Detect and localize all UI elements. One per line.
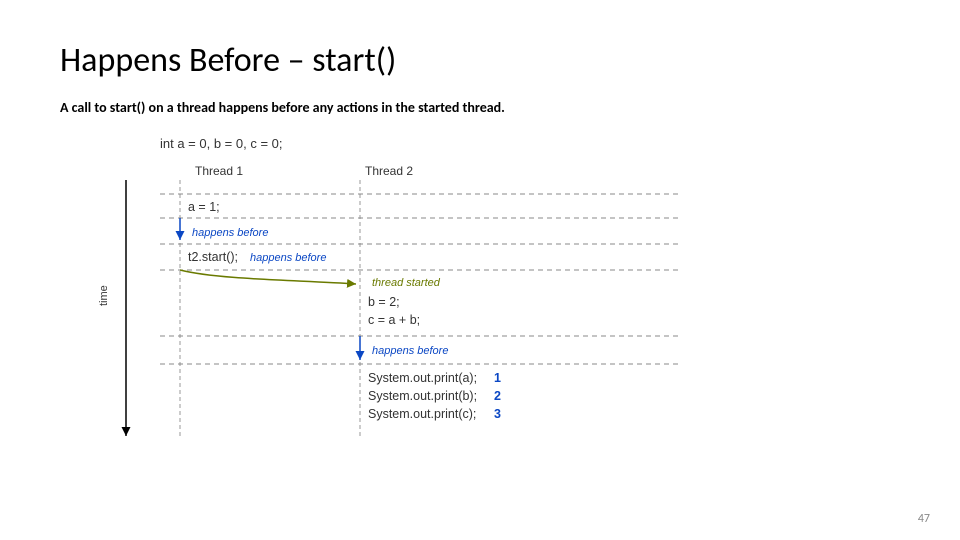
slide-subtitle: A call to start() on a thread happens be… [60,99,900,116]
output-2: 2 [494,389,501,403]
diagram-svg: a = 1; happens before t2.start(); happen… [100,136,740,456]
output-3: 3 [494,407,501,421]
slide-title: Happens Before – start() [60,40,900,81]
hb2-label: happens before [250,252,326,264]
t2-print1: System.out.print(a); [368,371,477,385]
hb1-label: happens before [192,227,268,239]
t1-action2: t2.start(); [188,250,238,264]
slide: Happens Before – start() A call to start… [0,0,960,540]
page-number: 47 [918,512,930,526]
happens-before-diagram: int a = 0, b = 0, c = 0; Thread 1 Thread… [100,136,740,456]
t2-action1: b = 2; [368,295,400,309]
t2-action2: c = a + b; [368,313,420,327]
t2-print2: System.out.print(b); [368,389,477,403]
thread-started-label: thread started [372,277,441,289]
t2-print3: System.out.print(c); [368,407,476,421]
output-1: 1 [494,371,501,385]
start-arrow [180,270,356,284]
hb3-label: happens before [372,345,448,357]
t1-action1: a = 1; [188,200,220,214]
